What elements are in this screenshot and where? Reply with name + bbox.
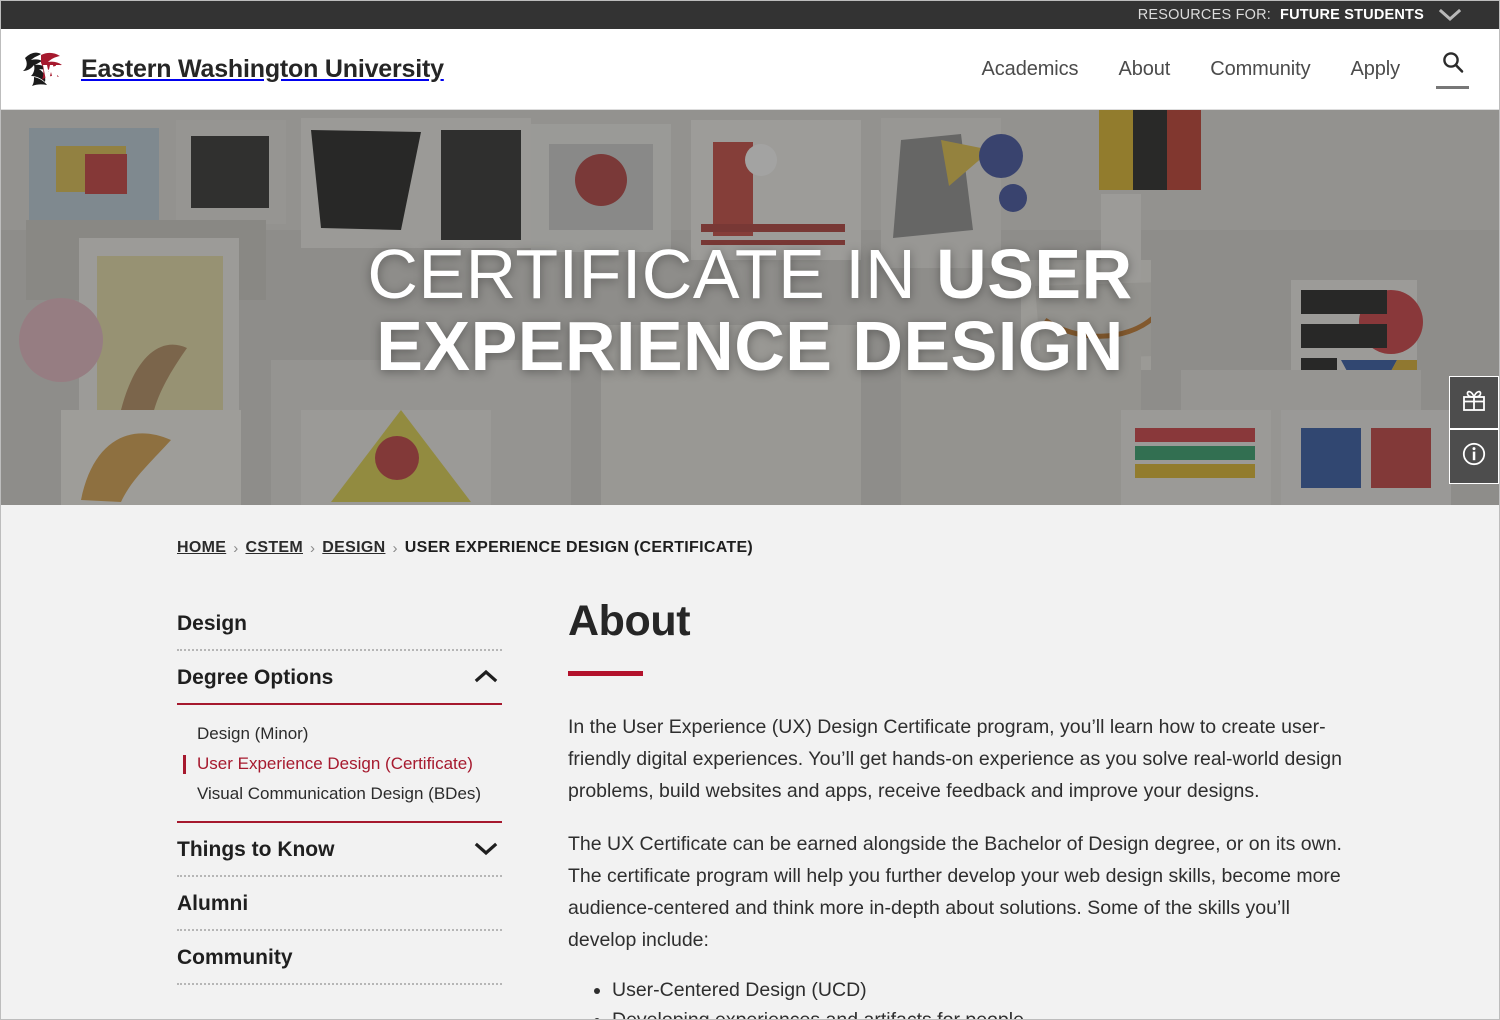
give-button[interactable] [1450, 377, 1498, 430]
sidebar-item-design[interactable]: Design [177, 599, 502, 649]
brand-name: Eastern Washington University [81, 54, 444, 83]
sidebar-item-label: Things to Know [177, 838, 335, 861]
resources-for-dropdown[interactable]: RESOURCES FOR: FUTURE STUDENTS [1138, 7, 1461, 23]
ewu-eagle-logo-icon [21, 47, 67, 91]
title-accent-rule [568, 671, 643, 676]
sidebar-section-degree-options: Degree Options Design (Minor) User Exper… [177, 651, 502, 823]
chevron-down-icon[interactable] [1439, 8, 1461, 22]
skills-list: User-Centered Design (UCD) Developing ex… [568, 978, 1358, 1019]
page-root: RESOURCES FOR: FUTURE STUDENTS Eastern W… [0, 0, 1500, 1020]
paragraph: The UX Certificate can be earned alongsi… [568, 833, 1342, 951]
sidebar-item-community[interactable]: Community [177, 933, 502, 983]
hero-title-bold-2: EXPERIENCE DESIGN [376, 307, 1124, 386]
floating-action-rail [1449, 376, 1499, 484]
sidebar-divider [177, 983, 502, 985]
sidebar-item-degree-options[interactable]: Degree Options [177, 653, 502, 703]
sidebar-item-label: Community [177, 946, 293, 969]
gift-icon [1461, 387, 1487, 418]
sidebar-item-label: Alumni [177, 892, 249, 915]
search-underline [1436, 85, 1469, 89]
brand-home-link[interactable]: Eastern Washington University [15, 47, 444, 91]
breadcrumb-item-design[interactable]: DESIGN [322, 539, 385, 557]
main-nav: Academics About Community Apply [962, 50, 1473, 89]
list-item: Developing experiences and artifacts for… [612, 1008, 1358, 1019]
sidebar-subitem-ux-design-certificate[interactable]: User Experience Design (Certificate) [177, 749, 502, 779]
info-icon [1461, 441, 1487, 472]
two-column-layout: Design Degree Options Design (Minor) Use… [1, 557, 1499, 1019]
resources-for-label: RESOURCES FOR: [1137, 7, 1272, 23]
sidebar-section-design: Design [177, 597, 502, 651]
info-button[interactable] [1450, 430, 1498, 483]
nav-item-apply[interactable]: Apply [1330, 58, 1420, 81]
about-body-copy: In the User Experience (UX) Design Certi… [568, 712, 1358, 956]
resources-for-value: FUTURE STUDENTS [1280, 7, 1424, 23]
sidebar-subitem-design-minor[interactable]: Design (Minor) [177, 719, 502, 749]
hero-title: CERTIFICATE IN USER EXPERIENCE DESIGN [1, 238, 1499, 382]
breadcrumb-separator: › [310, 539, 316, 557]
sidebar-item-alumni[interactable]: Alumni [177, 879, 502, 929]
nav-item-academics[interactable]: Academics [962, 58, 1099, 81]
breadcrumb-item-home[interactable]: HOME [177, 539, 226, 557]
hero-title-thin: CERTIFICATE IN [367, 235, 937, 313]
chevron-up-icon[interactable] [474, 666, 498, 690]
chevron-down-icon[interactable] [474, 838, 498, 862]
sidebar-section-community: Community [177, 931, 502, 985]
hero-banner: CERTIFICATE IN USER EXPERIENCE DESIGN [1, 110, 1499, 505]
breadcrumb-item-current: USER EXPERIENCE DESIGN (CERTIFICATE) [404, 539, 754, 556]
list-item: User-Centered Design (UCD) [612, 978, 1358, 1003]
sidebar-section-things-to-know: Things to Know [177, 823, 502, 877]
content-area: HOME › CSTEM › DESIGN › USER EXPERIENCE … [1, 505, 1499, 1019]
nav-item-about[interactable]: About [1098, 58, 1190, 81]
page-title: About [568, 597, 691, 645]
section-sidebar-nav: Design Degree Options Design (Minor) Use… [177, 597, 502, 1019]
sidebar-sublist-degree-options: Design (Minor) User Experience Design (C… [177, 705, 502, 821]
breadcrumb-separator: › [233, 539, 239, 557]
sidebar-item-label: Design [177, 612, 248, 635]
sidebar-section-alumni: Alumni [177, 877, 502, 931]
search-button[interactable] [1436, 50, 1469, 89]
nav-item-community[interactable]: Community [1190, 58, 1330, 81]
breadcrumb-separator: › [392, 539, 398, 557]
site-header: Eastern Washington University Academics … [1, 29, 1499, 110]
sidebar-item-label: Degree Options [177, 666, 334, 689]
hero-title-bold-1: USER [936, 235, 1133, 313]
search-icon [1441, 50, 1465, 79]
paragraph: In the User Experience (UX) Design Certi… [568, 716, 1342, 802]
breadcrumb-item-cstem[interactable]: CSTEM [246, 539, 304, 557]
sidebar-item-things-to-know[interactable]: Things to Know [177, 825, 502, 875]
breadcrumb: HOME › CSTEM › DESIGN › USER EXPERIENCE … [1, 539, 1499, 557]
utility-bar: RESOURCES FOR: FUTURE STUDENTS [1, 1, 1499, 29]
main-content: About In the User Experience (UX) Design… [568, 597, 1358, 1019]
sidebar-subitem-visual-communication-design[interactable]: Visual Communication Design (BDes) [177, 779, 502, 809]
